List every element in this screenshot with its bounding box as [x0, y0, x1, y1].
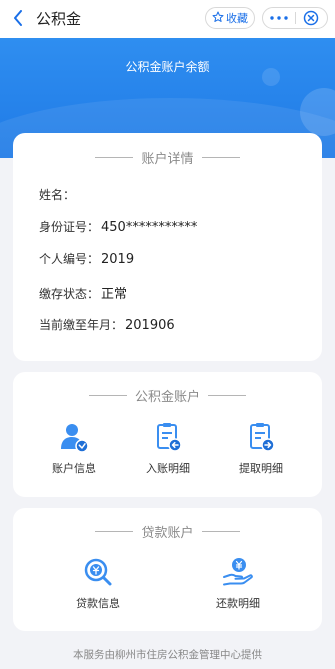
withdrawal-details-label: 提取明细	[239, 462, 283, 475]
user-check-icon	[57, 420, 91, 454]
loan-info-button[interactable]: 贷款信息	[58, 555, 138, 611]
account-info-button[interactable]: 账户信息	[34, 420, 114, 476]
section-title: 贷款账户	[141, 526, 194, 541]
back-icon[interactable]	[10, 8, 26, 28]
detail-row-name: 姓名：	[39, 186, 77, 203]
hand-yen-icon	[221, 555, 255, 589]
loan-info-label: 贷款信息	[76, 597, 120, 610]
detail-label: 当前缴至年月：	[39, 318, 124, 332]
withdrawal-details-button[interactable]: 提取明细	[221, 420, 301, 476]
divider	[95, 531, 134, 532]
page-title: 公积金	[36, 10, 82, 28]
detail-row-paid-until: 当前缴至年月： 201906	[39, 316, 175, 333]
detail-value: 450***********	[101, 220, 198, 235]
detail-value: 2019	[101, 252, 135, 267]
account-info-label: 账户信息	[52, 462, 96, 475]
detail-row-id-number: 身份证号： 450***********	[39, 218, 197, 235]
top-bar: 公积金 收藏	[0, 0, 335, 38]
star-icon	[212, 11, 224, 26]
divider	[201, 157, 240, 158]
detail-value: 正常	[101, 287, 128, 302]
favorite-button[interactable]: 收藏	[205, 7, 255, 29]
divider	[201, 531, 240, 532]
fund-account-card: 公积金账户 账户信息 入账明细 提取明细	[13, 372, 322, 497]
search-money-icon	[81, 555, 115, 589]
deposit-details-label: 入账明细	[146, 462, 190, 475]
divider	[88, 395, 127, 396]
deposit-details-button[interactable]: 入账明细	[128, 420, 208, 476]
more-icon[interactable]	[263, 16, 295, 20]
detail-label: 个人编号：	[39, 252, 100, 266]
detail-label: 身份证号：	[39, 220, 100, 234]
footer-provider-text: 本服务由柳州市住房公积金管理中心提供	[73, 649, 262, 661]
mini-app-capsule	[262, 7, 328, 29]
section-header: 账户详情	[13, 148, 322, 167]
document-in-icon	[151, 420, 185, 454]
detail-value: 201906	[125, 318, 175, 333]
loan-account-card: 贷款账户 贷款信息 还款明细	[13, 508, 322, 631]
repayment-details-label: 还款明细	[216, 597, 260, 610]
detail-row-personal-number: 个人编号： 2019	[39, 250, 134, 267]
divider	[208, 395, 246, 396]
section-title: 账户详情	[141, 152, 194, 167]
divider	[95, 157, 134, 158]
favorite-label: 收藏	[226, 12, 248, 25]
section-title: 公积金账户	[134, 390, 200, 405]
detail-label: 姓名：	[39, 188, 76, 202]
account-details-card: 账户详情 姓名： 身份证号： 450*********** 个人编号： 2019…	[13, 133, 322, 361]
document-out-icon	[244, 420, 278, 454]
repayment-details-button[interactable]: 还款明细	[198, 555, 278, 611]
detail-label: 缴存状态：	[39, 287, 100, 301]
banner-title: 公积金账户余额	[125, 60, 210, 74]
close-icon[interactable]	[296, 10, 327, 26]
section-header: 公积金账户	[13, 386, 322, 405]
detail-row-deposit-status: 缴存状态： 正常	[39, 283, 127, 302]
section-header: 贷款账户	[13, 522, 322, 541]
